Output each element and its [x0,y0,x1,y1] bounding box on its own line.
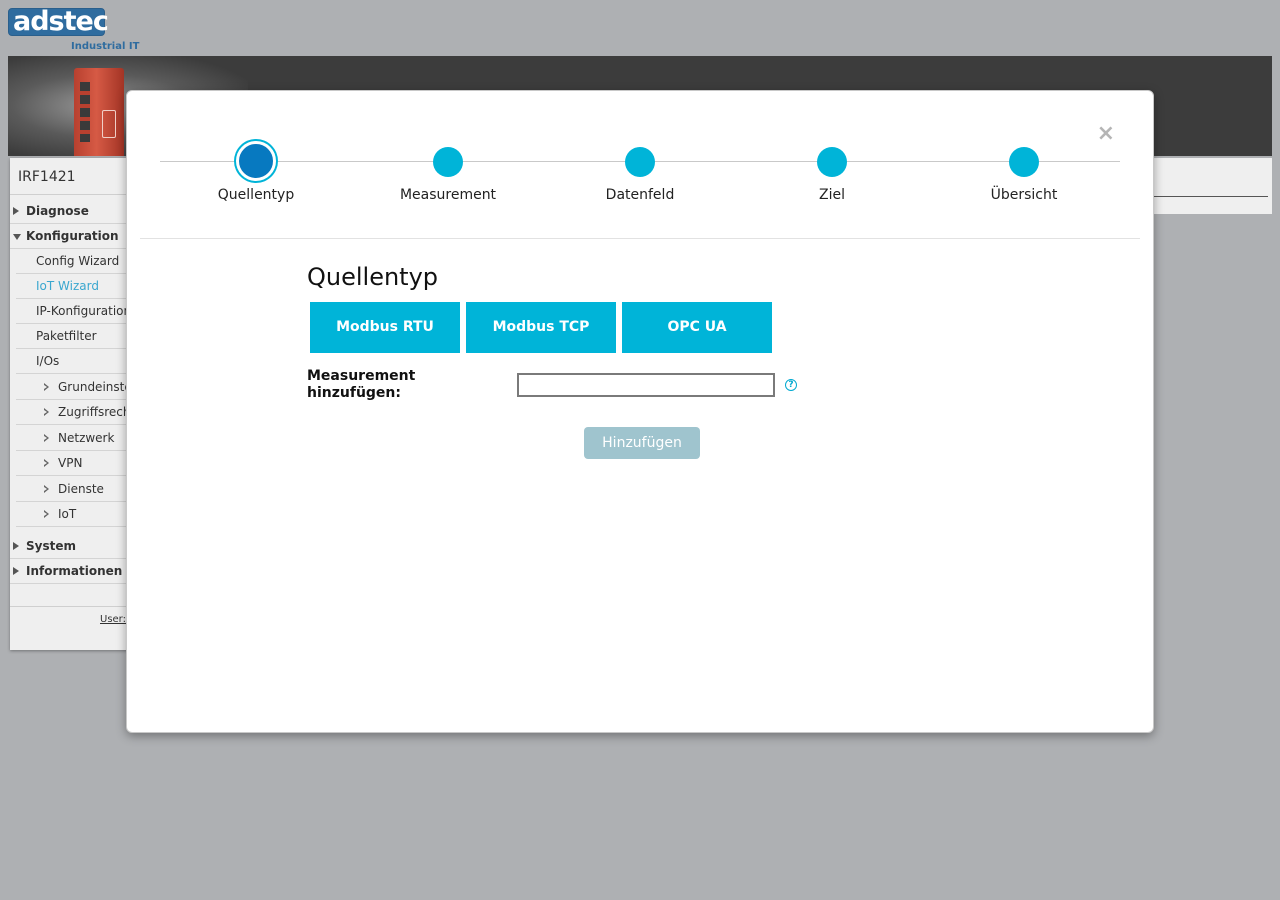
modal-divider [140,238,1140,239]
add-button[interactable]: Hinzufügen [584,427,700,459]
measurement-label: Measurement hinzufügen: [307,368,416,401]
content-header-strip [1150,158,1272,214]
close-icon[interactable]: × [1097,123,1115,145]
sidebar-item-label: Config Wizard [36,254,120,268]
user-link[interactable]: User: [100,614,126,625]
sidebar-item-label: Netzwerk [58,431,115,445]
modbus-rtu-button[interactable]: Modbus RTU [310,302,460,353]
device-name: IRF1421 [18,169,76,185]
sidebar-item-label: System [26,539,76,553]
expand-arrow-icon [44,459,49,467]
sidebar-item-label: VPN [58,456,83,470]
logo-tec: tec [63,6,109,37]
iot-wizard-modal: × Quellentyp Measurement Datenfeld Ziel … [126,90,1154,733]
sidebar-item-label: IoT Wizard [36,279,99,293]
sidebar-item-label: Informationen [26,564,123,578]
step-label: Ziel [819,187,845,203]
step-measurement[interactable]: Measurement [378,141,518,211]
sidebar-item-label: Diagnose [26,204,89,218]
step-dot [625,147,655,177]
sidebar-item-label: IoT [58,507,77,521]
step-uebersicht[interactable]: Übersicht [954,141,1094,211]
modbus-tcp-button[interactable]: Modbus TCP [466,302,616,353]
step-dot [817,147,847,177]
opc-ua-button[interactable]: OPC UA [622,302,772,353]
expand-arrow-icon [44,434,49,442]
step-dot [1009,147,1039,177]
collapse-arrow-icon [13,234,21,240]
logo-subtitle: Industrial IT [71,41,140,52]
expand-arrow-icon [13,542,19,550]
logo-text: adstec [13,6,109,37]
sidebar-item-label: Konfiguration [26,229,119,243]
step-dot-active [236,141,276,181]
sidebar-item-label: I/Os [36,354,60,368]
step-label: Measurement [399,187,497,203]
expand-arrow-icon [13,207,19,215]
step-datenfeld[interactable]: Datenfeld [570,141,710,211]
step-dot [433,147,463,177]
sidebar-item-label: Dienste [58,482,104,496]
expand-arrow-icon [44,510,49,518]
adstec-logo: adstec Industrial IT [8,6,148,54]
measurement-input[interactable] [517,373,775,397]
expand-arrow-icon [44,383,49,391]
sidebar-item-label: Paketfilter [36,329,97,343]
step-ziel[interactable]: Ziel [762,141,902,211]
step-quellentyp[interactable]: Quellentyp [186,141,326,211]
help-icon[interactable]: ? [785,379,797,391]
sidebar-item-label: IP-Konfiguration [36,304,132,318]
logo-box: adstec [8,6,109,37]
step-label: Datenfeld [605,187,675,203]
expand-arrow-icon [44,408,49,416]
step-label: Quellentyp [217,187,295,203]
expand-arrow-icon [44,485,49,493]
content-header-line [1150,196,1268,197]
section-title: Quellentyp [307,263,439,291]
device-image [74,68,124,156]
step-label: Übersicht [990,187,1058,203]
logo-ads: ads [13,6,65,37]
expand-arrow-icon [13,567,19,575]
